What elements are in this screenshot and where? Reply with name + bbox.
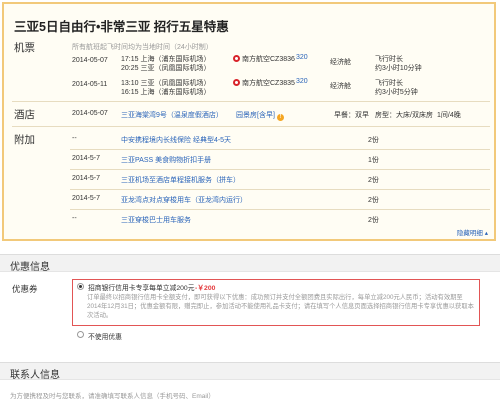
flight-section-label: 机票 xyxy=(14,42,35,54)
coupon-option-title: 招商银行信用卡专享每单立减200元 xyxy=(88,285,195,292)
extra-quantity: 2份 xyxy=(368,177,379,184)
china-southern-logo-icon xyxy=(233,55,240,62)
hotel-room-nights: 1间/4晚 xyxy=(437,112,461,119)
flight-airline: 南方航空CZ3835 xyxy=(233,78,295,88)
row-divider xyxy=(70,169,490,170)
hotel-name-link[interactable]: 三亚海棠湾9号（温泉度假酒店） xyxy=(121,110,223,120)
info-icon[interactable]: ! xyxy=(276,114,284,121)
extra-quantity: 2份 xyxy=(368,137,379,144)
coupon-section-title: 优惠信息 xyxy=(10,262,50,273)
extras-section-label: 附加 xyxy=(14,134,35,146)
hide-details-toggle[interactable]: 隐藏明细 ▴ xyxy=(457,227,488,237)
coupon-radio-selected[interactable] xyxy=(77,283,84,290)
row-divider xyxy=(70,189,490,190)
flight-airline: 南方航空CZ3836 xyxy=(233,54,295,64)
china-southern-logo-icon xyxy=(233,79,240,86)
coupon-discount-amount: -￥200 xyxy=(195,285,216,292)
order-summary-panel: 三亚5日自由行•非常三亚 招行五星特惠 机票 所有航班起飞时间均为当地时间（24… xyxy=(2,2,496,241)
aircraft-type-link[interactable]: 320 xyxy=(296,78,308,85)
flight-duration: 约3小时5分钟 xyxy=(375,89,418,96)
extra-date: 2014-5-7 xyxy=(72,195,101,202)
coupon-description: 订单最终以招商银行信用卡全额支付，即可获得以下优惠：成功预订并支付全额团费且实际… xyxy=(87,294,474,319)
extra-quantity: 1份 xyxy=(368,157,379,164)
row-divider xyxy=(70,209,490,210)
cabin-class: 经济舱 xyxy=(330,59,351,66)
extra-quantity: 2份 xyxy=(368,197,379,204)
flight-arrival: 16:15 上海（浦东国际机场） xyxy=(121,89,211,96)
extra-item-link[interactable]: 中安携程境内长线保险 经典型4-5天 xyxy=(121,135,231,145)
section-divider xyxy=(12,101,490,102)
flight-duration: 约3小时10分钟 xyxy=(375,65,422,72)
room-type-link[interactable]: 园景房[含早]! xyxy=(236,110,284,121)
contact-hint: 为方便携程及时与您联系，请准确填写联系人信息（手机号码、Email） xyxy=(10,393,215,400)
no-coupon-label[interactable]: 不使用优惠 xyxy=(88,331,122,341)
product-title: 三亚5日自由行•非常三亚 招行五星特惠 xyxy=(14,20,229,34)
contact-section-title: 联系人信息 xyxy=(10,370,60,381)
hotel-bed-type: 房型：大床/双床房 xyxy=(375,112,433,119)
extra-date: -- xyxy=(72,135,77,142)
row-divider xyxy=(70,149,490,150)
extra-item-link[interactable]: 三亚穿梭巴士用车服务 xyxy=(121,215,191,225)
coupon-section-header: 优惠信息 xyxy=(0,254,500,273)
extra-item-link[interactable]: 三亚机场至酒店单程接机服务（拼车） xyxy=(121,175,240,185)
section-divider xyxy=(12,126,490,127)
extra-date: 2014-5-7 xyxy=(72,175,101,182)
flight-time-note: 所有航班起飞时间均为当地时间（24小时制） xyxy=(72,44,213,51)
flight-arrival: 20:25 三亚（凤凰国际机场） xyxy=(121,65,211,72)
contact-section-header: 联系人信息 xyxy=(0,362,500,381)
extra-item-link[interactable]: 三亚PASS 美食购物折扣手册 xyxy=(121,155,211,165)
no-coupon-radio[interactable] xyxy=(77,331,84,338)
hotel-breakfast: 早餐：双早 xyxy=(334,112,369,119)
aircraft-type-link[interactable]: 320 xyxy=(296,54,308,61)
flight-date: 2014-05-11 xyxy=(72,81,108,88)
flight-date: 2014-05-07 xyxy=(72,57,108,64)
hotel-section-label: 酒店 xyxy=(14,109,35,121)
coupon-label: 优惠券 xyxy=(12,284,38,294)
extra-date: 2014-5-7 xyxy=(72,155,101,162)
cabin-class: 经济舱 xyxy=(330,83,351,90)
booking-page: 三亚5日自由行•非常三亚 招行五星特惠 机票 所有航班起飞时间均为当地时间（24… xyxy=(0,0,500,401)
hotel-checkin-date: 2014-05-07 xyxy=(72,110,108,117)
extra-date: -- xyxy=(72,215,77,222)
extra-item-link[interactable]: 亚龙湾点对点穿梭用车（亚龙湾内运行） xyxy=(121,195,247,205)
coupon-option-cmb[interactable]: 招商银行信用卡专享每单立减200元 -￥200 订单最终以招商银行信用卡全额支付… xyxy=(72,279,480,326)
extra-quantity: 2份 xyxy=(368,217,379,224)
